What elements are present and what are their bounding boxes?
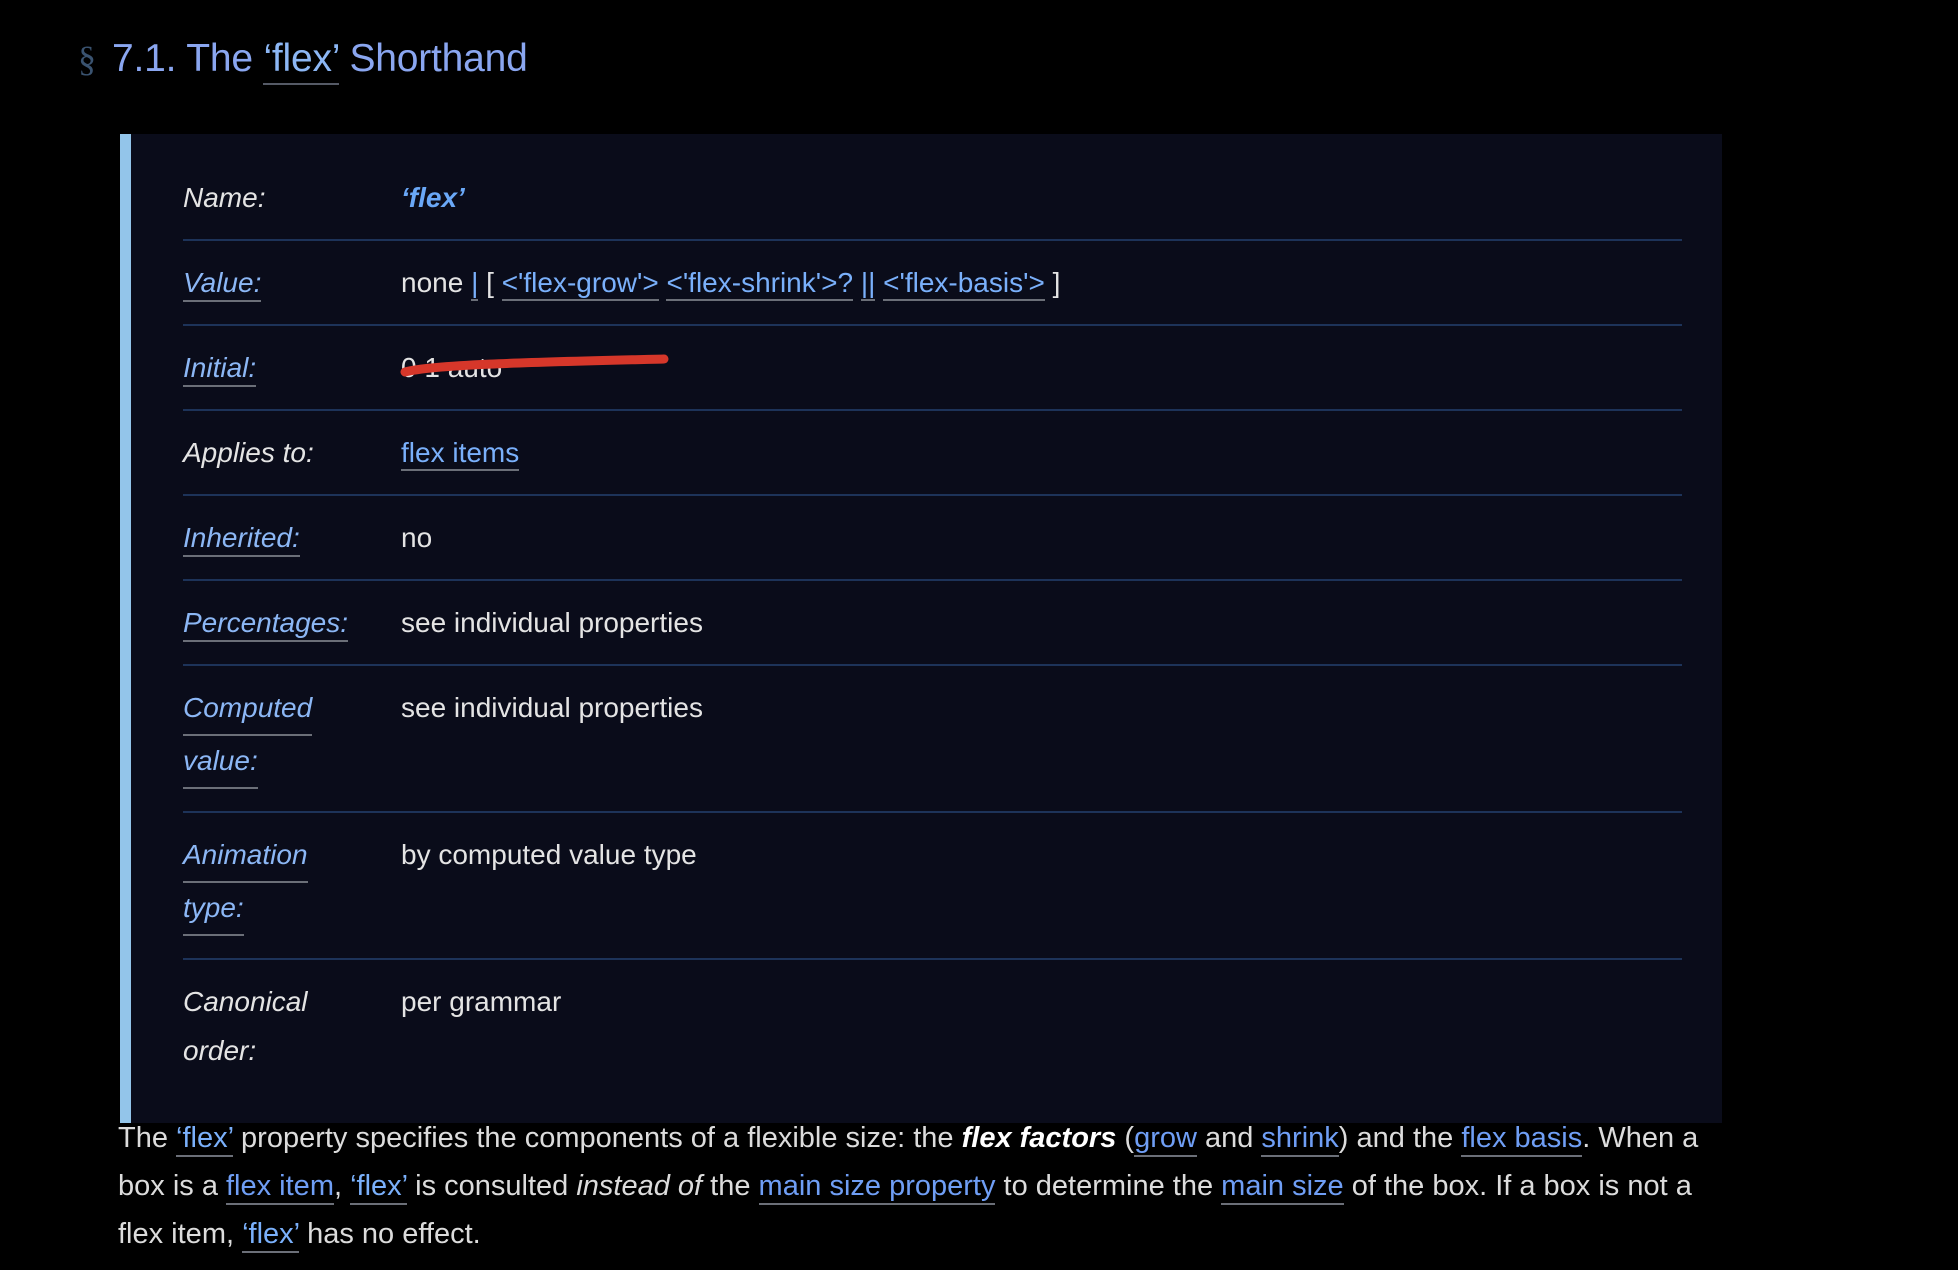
row-key-inherited[interactable]: Inherited: [183,513,401,562]
grammar-keyword-none: none [401,267,464,298]
link-flex-property-3[interactable]: ‘flex’ [242,1218,300,1253]
link-flex-basis[interactable]: flex basis [1461,1122,1583,1157]
text-segment: and [1196,1122,1262,1154]
property-definition-table: Name: ‘flex’ Value: none | [ <'flex-grow… [120,134,1722,1123]
table-row: Name: ‘flex’ [183,156,1682,241]
text-segment: , [333,1170,351,1202]
row-key-initial-label: Initial: [183,352,257,387]
text-segment: to determine the [995,1170,1222,1202]
table-row: Initial: 0 1 auto [183,326,1682,411]
row-value-inherited: no [401,522,433,553]
heading-property-link[interactable]: ‘flex’ [263,37,339,85]
heading-word-the: The [186,37,253,80]
row-value-canonical-order: per grammar [401,986,562,1017]
text-segment: property specifies the components of a f… [232,1122,962,1154]
text-segment: has no effect. [299,1218,481,1250]
row-value-grammar: none | [ <'flex-grow'> <'flex-shrink'>? … [401,258,1682,307]
row-key-canonical-order-line2: order: [183,1035,257,1066]
body-paragraph: The ‘flex’ property specifies the compon… [118,1114,1738,1258]
table-row: Animation type: by computed value type [183,813,1682,960]
link-flex-item[interactable]: flex item [226,1170,334,1205]
table-row: Canonical order: per grammar [183,960,1682,1097]
row-key-computed-value[interactable]: Computed value: [183,683,401,789]
grammar-bracket-open: [ [486,267,494,298]
row-value-name: ‘flex’ [401,173,1682,222]
link-shrink[interactable]: shrink [1261,1122,1339,1157]
text-segment: ) and the [1338,1122,1462,1154]
row-key-name: Name: [183,182,266,213]
row-value-applies-to: flex items [401,428,1682,477]
heading-number: 7.1. [112,37,177,80]
property-name-value: ‘flex’ [401,182,465,213]
section-anchor-icon[interactable]: § [78,41,96,77]
emphasis-instead-of: instead of [576,1170,703,1202]
text-segment: ( [1116,1122,1135,1154]
row-key-computed-value-line2: value: [183,736,258,789]
table-row: Value: none | [ <'flex-grow'> <'flex-shr… [183,241,1682,326]
text-segment: The [118,1122,177,1154]
row-value-animation-type: by computed value type [401,839,697,870]
page-title: § 7.1. The ‘flex’ Shorthand [78,37,528,85]
row-key-percentages-label: Percentages: [183,607,348,642]
row-key-canonical-order-line1: Canonical [183,986,308,1017]
grammar-bracket-close: ] [1052,267,1061,298]
table-row: Computed value: see individual propertie… [183,666,1682,813]
grammar-link-flex-grow[interactable]: <'flex-grow'> [501,267,659,301]
text-segment: is consulted [407,1170,577,1202]
table-row: Applies to: flex items [183,411,1682,496]
link-main-size[interactable]: main size [1221,1170,1344,1205]
link-main-size-property[interactable]: main size property [758,1170,996,1205]
heading-text: 7.1. The ‘flex’ Shorthand [112,37,528,85]
link-grow[interactable]: grow [1134,1122,1197,1157]
table-row: Inherited: no [183,496,1682,581]
emphasis-flex-factors: flex factors [961,1122,1117,1154]
property-definition-body: Name: ‘flex’ Value: none | [ <'flex-grow… [131,134,1722,1123]
link-flex-property-2[interactable]: ‘flex’ [350,1170,408,1205]
row-key-value-label: Value: [183,267,262,302]
link-flex-property-1[interactable]: ‘flex’ [176,1122,233,1157]
text-segment: the [702,1170,759,1202]
grammar-combinator-double-bar[interactable]: || [860,267,876,301]
heading-suffix: Shorthand [349,37,528,80]
row-key-value[interactable]: Value: [183,258,401,307]
row-key-computed-value-line1: Computed [183,683,313,736]
row-key-initial[interactable]: Initial: [183,343,401,392]
row-key-animation-type-line2: type: [183,883,244,936]
row-key-canonical-order: Canonical order: [183,977,401,1075]
row-key-animation-type-line1: Animation [183,830,308,883]
link-flex-items[interactable]: flex items [401,437,520,471]
row-key-animation-type[interactable]: Animation type: [183,830,401,936]
table-row: Percentages: see individual properties [183,581,1682,666]
row-value-percentages: see individual properties [401,607,703,638]
row-key-applies-to: Applies to: [183,437,314,468]
row-key-inherited-label: Inherited: [183,522,300,557]
row-value-initial: 0 1 auto [401,352,503,383]
row-value-computed-value: see individual properties [401,692,703,723]
page-root: § 7.1. The ‘flex’ Shorthand Name: ‘flex’… [0,0,1958,1270]
row-key-percentages[interactable]: Percentages: [183,598,401,647]
grammar-link-flex-shrink[interactable]: <'flex-shrink'>? [666,267,854,301]
grammar-link-flex-basis[interactable]: <'flex-basis'> [883,267,1045,301]
